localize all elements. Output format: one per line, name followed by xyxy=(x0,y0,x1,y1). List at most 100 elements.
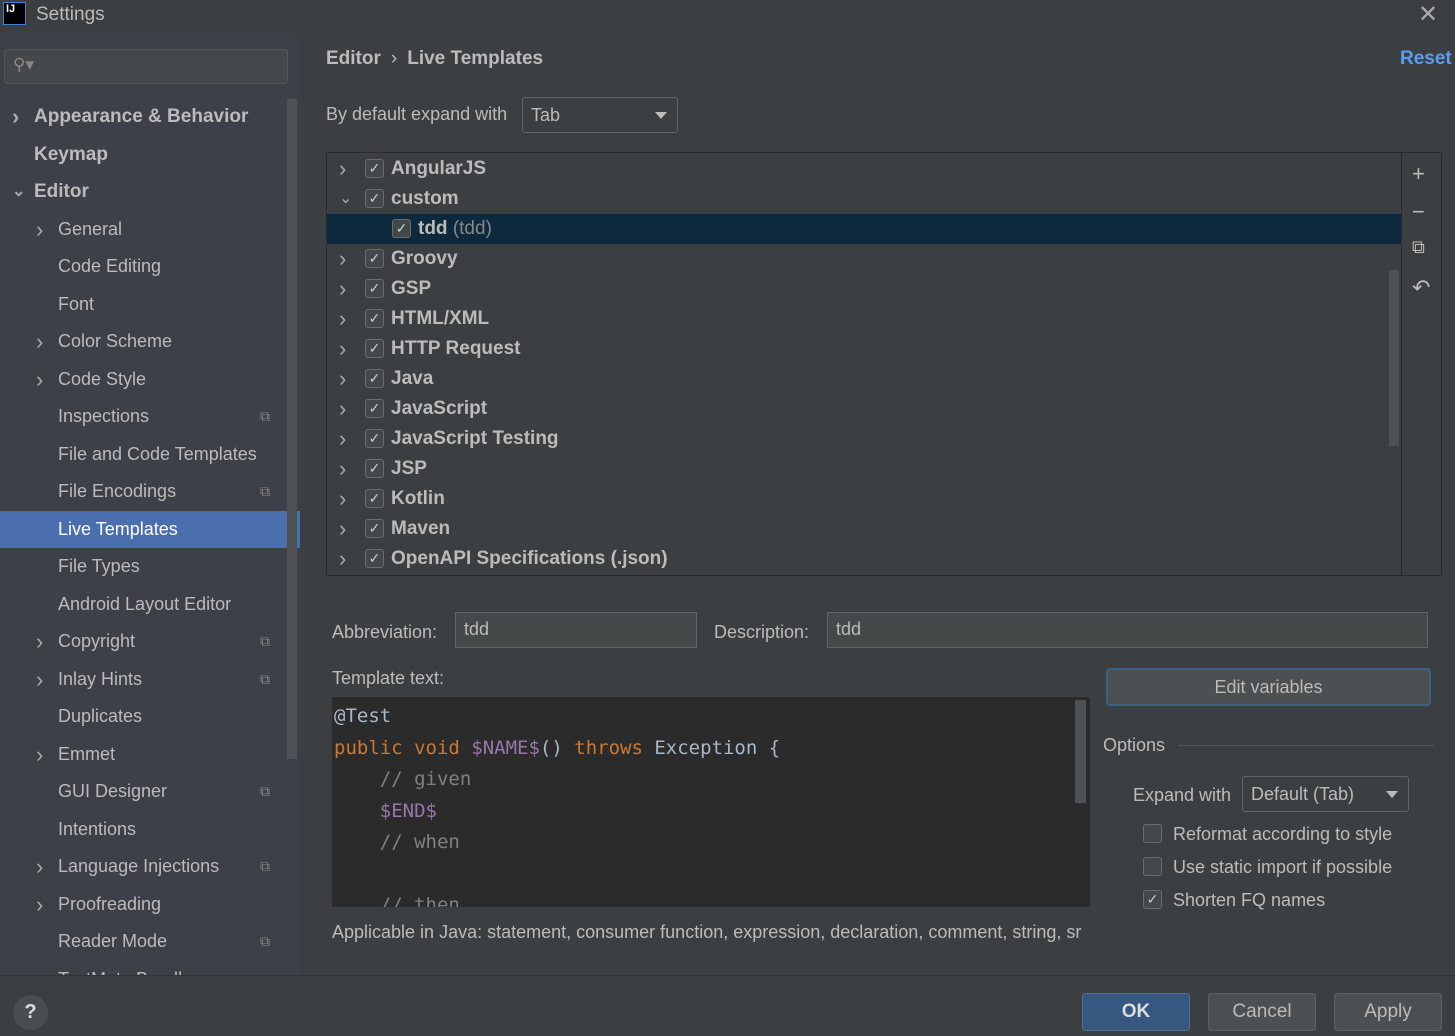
template-group-row[interactable]: › ✓ HTTP Request xyxy=(327,334,1401,364)
template-group-row[interactable]: › ✓ HTML/XML xyxy=(327,304,1401,334)
chevron-right-icon[interactable]: › xyxy=(36,886,43,923)
sidebar-item-language-injections[interactable]: › Language Injections ⧉ xyxy=(0,848,300,885)
chevron-right-icon[interactable]: › xyxy=(339,544,346,574)
checkbox[interactable]: ✓ xyxy=(365,549,384,568)
reset-link[interactable]: Reset xyxy=(1400,48,1452,70)
checkbox[interactable] xyxy=(1143,824,1162,843)
chevron-right-icon[interactable]: › xyxy=(339,484,346,514)
sidebar-item-reader-mode[interactable]: Reader Mode ⧉ xyxy=(0,923,300,960)
chevron-right-icon[interactable]: › xyxy=(339,334,346,364)
checkbox[interactable]: ✓ xyxy=(365,459,384,478)
chevron-right-icon[interactable]: › xyxy=(12,98,19,135)
checkbox[interactable]: ✓ xyxy=(365,249,384,268)
sidebar-item-live-templates[interactable]: Live Templates xyxy=(0,510,300,548)
chevron-down-icon[interactable]: ⌄ xyxy=(339,184,352,214)
sidebar-item-inlay-hints[interactable]: › Inlay Hints ⧉ xyxy=(0,661,300,698)
plus-icon[interactable]: + xyxy=(1412,161,1425,187)
sidebar-item-intentions[interactable]: Intentions xyxy=(0,811,300,848)
sidebar-item-file-types[interactable]: File Types xyxy=(0,548,300,585)
chevron-right-icon[interactable]: › xyxy=(339,364,346,394)
chevron-right-icon[interactable]: › xyxy=(36,211,43,248)
checkbox[interactable]: ✓ xyxy=(392,219,411,238)
template-group-row[interactable]: › ✓ Kotlin xyxy=(327,484,1401,514)
breadcrumb-parent[interactable]: Editor xyxy=(326,48,381,69)
checkbox[interactable]: ✓ xyxy=(365,309,384,328)
checkbox[interactable]: ✓ xyxy=(365,489,384,508)
sidebar-item-emmet[interactable]: › Emmet xyxy=(0,736,300,773)
checkbox[interactable]: ✓ xyxy=(365,369,384,388)
cancel-button[interactable]: Cancel xyxy=(1208,993,1316,1031)
chevron-right-icon[interactable]: › xyxy=(339,274,346,304)
template-group-row[interactable]: › ✓ JSP xyxy=(327,454,1401,484)
chevron-right-icon[interactable]: › xyxy=(36,323,43,360)
chevron-right-icon[interactable]: › xyxy=(339,154,346,184)
sidebar-scrollbar[interactable] xyxy=(287,99,297,759)
checkbox[interactable]: ✓ xyxy=(1143,890,1162,909)
template-text-editor[interactable]: @Test public void $NAME$() throws Excepti… xyxy=(332,697,1090,907)
sidebar-item-gui-designer[interactable]: GUI Designer ⧉ xyxy=(0,773,300,810)
sidebar-item-font[interactable]: Font xyxy=(0,286,300,323)
description-input[interactable]: tdd xyxy=(827,612,1428,648)
checkbox[interactable]: ✓ xyxy=(365,279,384,298)
chevron-right-icon[interactable]: › xyxy=(339,394,346,424)
chevron-right-icon[interactable]: › xyxy=(36,848,43,885)
chevron-right-icon[interactable]: › xyxy=(36,361,43,398)
sidebar-item-color-scheme[interactable]: › Color Scheme xyxy=(0,323,300,360)
applicable-contexts[interactable]: Applicable in Java: statement, consumer … xyxy=(332,922,1092,943)
sidebar-item-file-and-code-templates[interactable]: File and Code Templates xyxy=(0,436,300,473)
template-group-row[interactable]: › ✓ JavaScript Testing xyxy=(327,424,1401,454)
revert-icon[interactable]: ↶ xyxy=(1412,275,1430,301)
template-group-row[interactable]: › ✓ AngularJS xyxy=(327,154,1401,184)
sidebar-item-textmate-bundles[interactable]: TextMate Bundles xyxy=(0,961,300,976)
chevron-right-icon[interactable]: › xyxy=(36,623,43,660)
template-group-row[interactable]: › ✓ OpenAPI Specifications (.json) xyxy=(327,544,1401,574)
apply-button[interactable]: Apply xyxy=(1334,993,1442,1031)
chevron-right-icon[interactable]: › xyxy=(339,454,346,484)
chevron-down-icon[interactable]: ⌄ xyxy=(12,173,25,210)
template-group-row[interactable]: › ✓ Maven xyxy=(327,514,1401,544)
help-button[interactable]: ? xyxy=(13,995,48,1030)
sidebar-item-general[interactable]: › General xyxy=(0,211,300,248)
chevron-right-icon[interactable]: › xyxy=(339,244,346,274)
sidebar-item-copyright[interactable]: › Copyright ⧉ xyxy=(0,623,300,660)
checkbox[interactable]: ✓ xyxy=(365,339,384,358)
template-group-row[interactable]: › ✓ JavaScript xyxy=(327,394,1401,424)
tree-scrollbar[interactable] xyxy=(1389,270,1399,446)
ok-button[interactable]: OK xyxy=(1082,993,1190,1031)
checkbox[interactable]: ✓ xyxy=(365,399,384,418)
edit-variables-button[interactable]: Edit variables xyxy=(1106,668,1431,706)
sidebar-item-android-layout-editor[interactable]: Android Layout Editor xyxy=(0,586,300,623)
sidebar-item-file-encodings[interactable]: File Encodings ⧉ xyxy=(0,473,300,510)
checkbox[interactable]: ✓ xyxy=(365,429,384,448)
checkbox[interactable]: ✓ xyxy=(365,159,384,178)
chevron-right-icon[interactable]: › xyxy=(36,661,43,698)
sidebar-item-appearance-behavior[interactable]: › Appearance & Behavior xyxy=(0,98,300,135)
chevron-right-icon[interactable]: › xyxy=(339,304,346,334)
sidebar-item-duplicates[interactable]: Duplicates xyxy=(0,698,300,735)
expand-with-select[interactable]: Default (Tab) xyxy=(1242,776,1409,812)
sidebar-item-keymap[interactable]: Keymap xyxy=(0,136,300,173)
template-row[interactable]: ✓ tdd (tdd) xyxy=(327,214,1401,244)
close-icon[interactable]: ✕ xyxy=(1418,0,1438,29)
chevron-right-icon[interactable]: › xyxy=(339,424,346,454)
template-group-row[interactable]: ⌄ ✓ custom xyxy=(327,184,1401,214)
editor-scrollbar[interactable] xyxy=(1075,700,1086,803)
copy-icon[interactable]: ⧉ xyxy=(1412,237,1425,258)
default-expand-select[interactable]: Tab xyxy=(522,97,678,133)
sidebar-item-editor[interactable]: ⌄ Editor xyxy=(0,173,300,210)
checkbox[interactable]: ✓ xyxy=(365,519,384,538)
sidebar-item-code-editing[interactable]: Code Editing xyxy=(0,248,300,285)
template-group-row[interactable]: › ✓ GSP xyxy=(327,274,1401,304)
sidebar-item-proofreading[interactable]: › Proofreading xyxy=(0,886,300,923)
abbreviation-input[interactable]: tdd xyxy=(455,612,697,648)
sidebar-item-inspections[interactable]: Inspections ⧉ xyxy=(0,398,300,435)
chevron-right-icon[interactable]: › xyxy=(339,514,346,544)
checkbox[interactable]: ✓ xyxy=(365,189,384,208)
template-group-row[interactable]: › ✓ Groovy xyxy=(327,244,1401,274)
search-input[interactable]: ⚲▾ xyxy=(4,49,288,84)
checkbox[interactable] xyxy=(1143,857,1162,876)
minus-icon[interactable]: − xyxy=(1412,199,1425,225)
sidebar-item-code-style[interactable]: › Code Style xyxy=(0,361,300,398)
template-group-row[interactable]: › ✓ Java xyxy=(327,364,1401,394)
chevron-right-icon[interactable]: › xyxy=(36,736,43,773)
